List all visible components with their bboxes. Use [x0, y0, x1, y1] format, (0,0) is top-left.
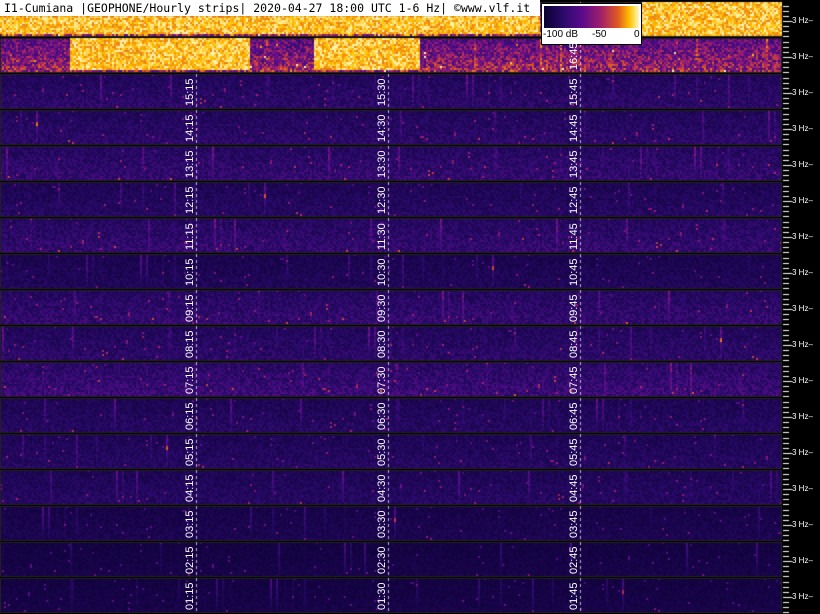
- strip-time-label: 10:30: [376, 258, 388, 286]
- strip-time-label: 01:15: [184, 582, 196, 610]
- spectrogram-canvas: [0, 0, 820, 614]
- frequency-tick-label: 3 Hz–: [792, 304, 813, 313]
- strip-time-label: 16:45: [568, 42, 580, 70]
- strip-time-label: 02:15: [184, 546, 196, 574]
- strip-time-label: 13:30: [376, 150, 388, 178]
- frequency-tick-label: 3 Hz–: [792, 592, 813, 601]
- scale-min-label: -100 dB: [543, 29, 579, 40]
- strip-time-label: 06:15: [184, 402, 196, 430]
- frequency-tick-label: 3 Hz–: [792, 88, 813, 97]
- strip-time-label: 13:15: [184, 150, 196, 178]
- frequency-tick-label: 3 Hz–: [792, 16, 813, 25]
- color-scale-bar: [544, 6, 639, 28]
- strip-time-label: 02:45: [568, 546, 580, 574]
- strip-time-label: 03:15: [184, 510, 196, 538]
- strip-time-label: 09:30: [376, 294, 388, 322]
- strip-time-label: 14:45: [568, 114, 580, 142]
- strip-time-label: 04:15: [184, 474, 196, 502]
- strip-time-label: 07:30: [376, 366, 388, 394]
- strip-time-label: 03:30: [376, 510, 388, 538]
- strip-time-label: 09:15: [184, 294, 196, 322]
- strip-time-label: 05:15: [184, 438, 196, 466]
- scale-max-label: 0: [634, 29, 640, 40]
- strip-time-label: 11:45: [568, 223, 580, 250]
- frequency-tick-label: 3 Hz–: [792, 556, 813, 565]
- frequency-tick-label: 3 Hz–: [792, 484, 813, 493]
- strip-time-label: 15:30: [376, 78, 388, 106]
- frequency-tick-label: 3 Hz–: [792, 268, 813, 277]
- strip-time-label: 08:15: [184, 330, 196, 358]
- frequency-tick-label: 3 Hz–: [792, 376, 813, 385]
- scale-mid-label: -50: [592, 29, 607, 40]
- strip-time-label: 01:45: [568, 582, 580, 610]
- strip-time-label: 11:30: [376, 223, 388, 250]
- frequency-tick-label: 3 Hz–: [792, 520, 813, 529]
- strip-time-label: 11:15: [184, 223, 196, 250]
- strip-time-label: 14:30: [376, 114, 388, 142]
- strip-time-label: 06:30: [376, 402, 388, 430]
- frequency-tick-label: 3 Hz–: [792, 160, 813, 169]
- color-scale: -100 dB -50 0: [541, 3, 642, 45]
- strip-time-label: 12:45: [568, 186, 580, 214]
- strip-time-label: 10:15: [184, 258, 196, 286]
- strip-time-label: 02:30: [376, 546, 388, 574]
- frequency-tick-label: 3 Hz–: [792, 340, 813, 349]
- strip-time-label: 05:45: [568, 438, 580, 466]
- strip-time-label: 01:30: [376, 582, 388, 610]
- frequency-tick-label: 3 Hz–: [792, 52, 813, 61]
- strip-time-label: 07:45: [568, 366, 580, 394]
- strip-time-label: 04:30: [376, 474, 388, 502]
- strip-time-label: 15:15: [184, 78, 196, 106]
- strip-time-label: 13:45: [568, 150, 580, 178]
- strip-time-label: 08:45: [568, 330, 580, 358]
- strip-time-label: 06:45: [568, 402, 580, 430]
- strip-time-label: 07:15: [184, 366, 196, 394]
- strip-time-label: 05:30: [376, 438, 388, 466]
- strip-time-label: 04:45: [568, 474, 580, 502]
- frequency-tick-label: 3 Hz–: [792, 448, 813, 457]
- strip-time-label: 08:30: [376, 330, 388, 358]
- frequency-tick-label: 3 Hz–: [792, 232, 813, 241]
- frequency-tick-label: 3 Hz–: [792, 124, 813, 133]
- strip-time-label: 15:45: [568, 78, 580, 106]
- strip-time-label: 12:30: [376, 186, 388, 214]
- frequency-tick-label: 3 Hz–: [792, 412, 813, 421]
- strip-time-label: 14:15: [184, 114, 196, 142]
- chart-title: I1-Cumiana |GEOPHONE/Hourly strips| 2020…: [0, 0, 540, 16]
- strip-time-label: 09:45: [568, 294, 580, 322]
- frequency-tick-label: 3 Hz–: [792, 196, 813, 205]
- strip-time-label: 03:45: [568, 510, 580, 538]
- strip-time-label: 10:45: [568, 258, 580, 286]
- strip-time-label: 12:15: [184, 186, 196, 214]
